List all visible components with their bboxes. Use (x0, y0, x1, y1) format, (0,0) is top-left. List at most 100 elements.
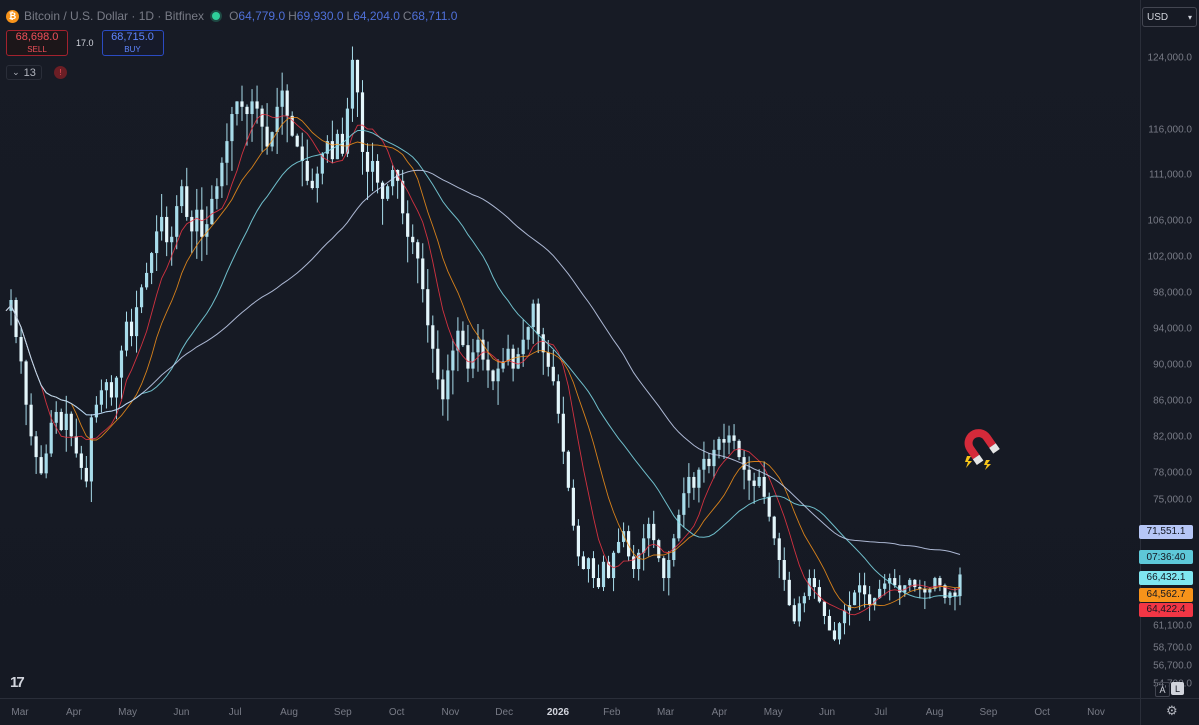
time-tick: Apr (66, 707, 82, 718)
candle-body (446, 370, 450, 400)
log-scale-button[interactable]: L (1171, 682, 1184, 695)
candle-body (280, 90, 284, 107)
price-tick: 86,000.0 (1153, 395, 1192, 407)
buy-button[interactable]: 68,715.0 BUY (101, 30, 164, 56)
spread-value: 17.0 (76, 38, 94, 48)
candle-body (245, 106, 249, 115)
time-tick: Sep (333, 707, 352, 718)
currency-select[interactable]: USD ▾ (1142, 7, 1197, 27)
candle-body (185, 186, 189, 217)
candle-body (225, 141, 229, 163)
candle-body (421, 258, 425, 290)
candle-body (230, 114, 234, 142)
time-tick: Jul (874, 707, 888, 718)
candle-body (139, 287, 144, 308)
price-chart[interactable] (0, 0, 1140, 698)
time-tick: May (763, 707, 783, 718)
price-tick: 90,000.0 (1153, 359, 1192, 371)
candle-body (160, 216, 164, 232)
candle-body (842, 610, 847, 624)
candle-body (717, 439, 721, 450)
auto-scale-button[interactable]: A (1155, 682, 1170, 697)
indicators-toggle[interactable]: ⌄ 13 (6, 65, 42, 80)
candle-body (155, 231, 159, 254)
candle-body (812, 578, 816, 588)
candle-body (375, 160, 380, 183)
candle-body (782, 560, 786, 580)
candle-body (124, 321, 129, 351)
market-open-icon (212, 12, 221, 20)
candle-body (255, 101, 259, 109)
candle-body (491, 370, 495, 382)
time-tick: Feb (603, 707, 621, 718)
symbol-title[interactable]: Bitcoin / U.S. Dollar · 1D · Bitfinex (24, 9, 204, 23)
candle-body (692, 476, 696, 488)
time-tick: May (118, 707, 138, 718)
candle-body (275, 106, 279, 133)
candle-body (682, 493, 686, 515)
symbol-header: ₿ Bitcoin / U.S. Dollar · 1D · Bitfinex … (6, 9, 457, 23)
time-axis[interactable]: Mar Apr May Jun Jul Aug Sep Oct Nov Dec 2026 Feb Mar… (0, 698, 1140, 725)
tradingview-logo[interactable]: 17 (10, 674, 25, 691)
candle-body (350, 59, 355, 109)
candle-body (411, 236, 415, 243)
candle-body (210, 198, 214, 225)
price-marker-label: 71,551.1 (1139, 524, 1193, 539)
ohlc-open: O64,779.0 (229, 9, 286, 23)
candle-body (762, 476, 766, 497)
candle-body (300, 146, 304, 161)
candle-body (426, 289, 430, 326)
candle-body (250, 101, 254, 115)
candle-body (647, 523, 651, 539)
candle-body (893, 578, 897, 586)
candle-body (74, 436, 78, 454)
bitcoin-icon: ₿ (6, 9, 19, 23)
candle-body (84, 467, 88, 482)
candle-body (119, 350, 124, 378)
candle-body (576, 525, 580, 557)
ohlc-close: C68,711.0 (402, 9, 458, 23)
time-tick: Sep (979, 707, 998, 718)
time-tick: Dec (495, 707, 514, 718)
time-tick: Nov (1087, 707, 1105, 718)
candle-body (702, 458, 706, 470)
settings-icon[interactable]: ⚙ (1166, 703, 1178, 719)
candle-body (822, 601, 827, 616)
candle-body (129, 321, 134, 337)
candle-body (416, 242, 420, 259)
candle-body (777, 538, 781, 560)
candle-body (667, 560, 671, 579)
price-tick: 111,000.0 (1148, 169, 1192, 181)
candle-body (49, 422, 53, 454)
candle-body (190, 216, 194, 232)
candle-body (883, 583, 887, 589)
ohlc-high: H69,930.0 (288, 9, 344, 23)
candle-body (747, 469, 751, 481)
candle-body (506, 348, 510, 362)
time-tick: 2026 (546, 707, 570, 718)
candle-body (466, 345, 470, 369)
chart-pane[interactable]: ₿ Bitcoin / U.S. Dollar · 1D · Bitfinex … (0, 0, 1140, 698)
candle-body (837, 623, 842, 640)
candle-body (536, 303, 540, 335)
alert-icon[interactable]: ! (54, 66, 67, 79)
candle-body (29, 404, 33, 437)
candle-body (79, 453, 83, 468)
candle-body (857, 585, 862, 593)
candle-body (486, 359, 490, 371)
candle-body (235, 101, 239, 115)
candle-body (496, 368, 500, 382)
candle-body (330, 141, 334, 160)
candle-body (315, 173, 319, 189)
time-tick: Jun (818, 707, 836, 718)
time-tick: Mar (11, 707, 29, 718)
candle-body (923, 588, 927, 593)
candle-body (852, 592, 857, 606)
candle-body (134, 307, 139, 337)
candle-body (913, 579, 917, 588)
candle-body (601, 561, 606, 588)
candle-body (64, 413, 68, 430)
candle-body (441, 379, 445, 400)
sell-button[interactable]: 68,698.0 SELL (6, 30, 68, 56)
candle-body (109, 382, 114, 398)
